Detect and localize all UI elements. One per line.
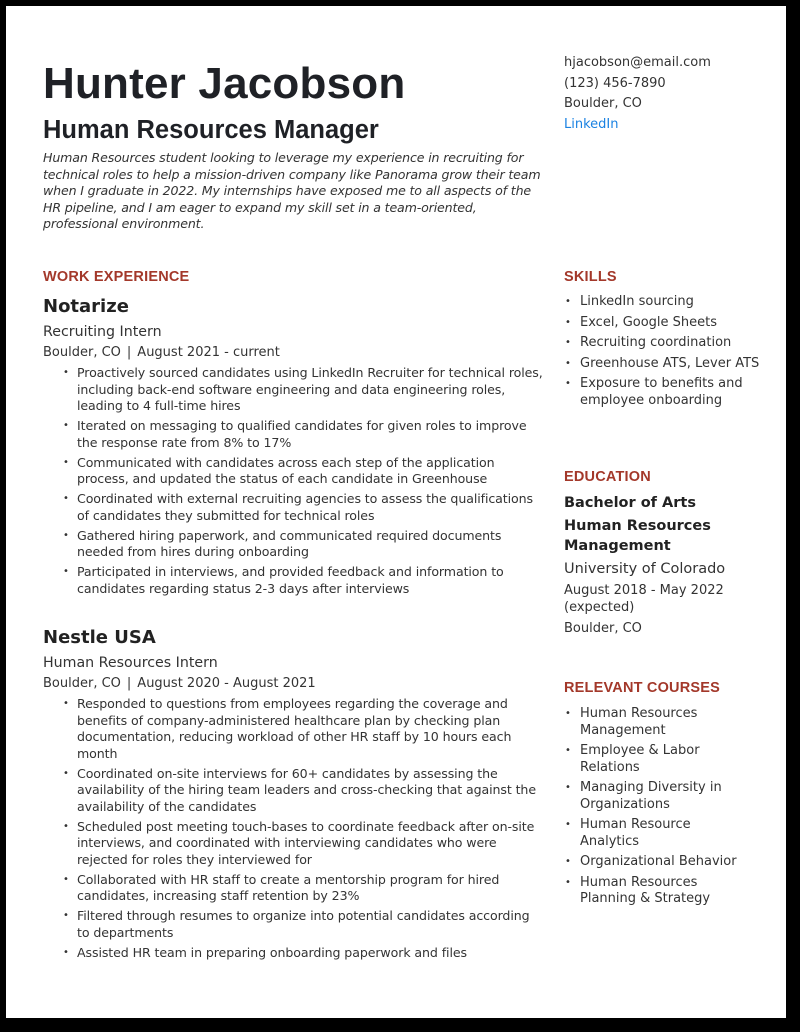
degree: Bachelor of Arts [564, 495, 696, 511]
course-item: Human Resource Analytics [565, 817, 750, 850]
skill-item: Exposure to benefits and employee onboar… [565, 376, 780, 409]
course-item: Organizational Behavior [565, 854, 750, 871]
bullet-item: Coordinated with external recruiting age… [63, 491, 543, 524]
job-meta: Boulder, CO | August 2020 - August 2021 [43, 674, 543, 694]
skill-item: Excel, Google Sheets [565, 315, 780, 332]
course-item: Employee & Labor Relations [565, 743, 750, 776]
contact-info: hjacobson@email.com (123) 456-7890 Bould… [564, 53, 711, 135]
job-location: Boulder, CO [43, 676, 121, 691]
job-entry-nestle: Nestle USA Human Resources Intern Boulde… [43, 626, 543, 965]
contact-email[interactable]: hjacobson@email.com [564, 53, 711, 74]
job-role: Recruiting Intern [43, 324, 162, 340]
job-bullets: Responded to questions from employees re… [63, 696, 543, 962]
bullet-item: Collaborated with HR staff to create a m… [63, 872, 543, 905]
course-item: Human Resources Planning & Strategy [565, 875, 750, 908]
job-title: Human Resources Manager [43, 116, 379, 144]
courses-list: Human Resources Management Employee & La… [565, 706, 750, 912]
course-item: Managing Diversity in Organizations [565, 780, 750, 813]
contact-location: Boulder, CO [564, 96, 642, 111]
linkedin-link[interactable]: LinkedIn [564, 115, 711, 136]
job-location: Boulder, CO [43, 345, 121, 360]
skills-list: LinkedIn sourcing Excel, Google Sheets R… [565, 294, 780, 413]
bullet-item: Scheduled post meeting touch-bases to co… [63, 819, 543, 869]
bullet-item: Communicated with candidates across each… [63, 455, 543, 488]
courses-heading: RELEVANT COURSES [564, 680, 721, 696]
bullet-item: Iterated on messaging to qualified candi… [63, 418, 543, 451]
contact-phone: (123) 456-7890 [564, 75, 666, 91]
skills-heading: SKILLS [564, 269, 617, 285]
company-name: Nestle USA [43, 627, 156, 648]
company-name: Notarize [43, 296, 129, 317]
bullet-item: Proactively sourced candidates using Lin… [63, 365, 543, 415]
course-item: Human Resources Management [565, 706, 750, 739]
job-dates: August 2020 - August 2021 [137, 676, 316, 691]
job-meta: Boulder, CO | August 2021 - current [43, 343, 543, 363]
bullet-item: Filtered through resumes to organize int… [63, 908, 543, 941]
separator: | [126, 676, 132, 691]
bullet-item: Coordinated on-site interviews for 60+ c… [63, 766, 543, 816]
education-entry: Bachelor of Arts Human Resources Managem… [564, 493, 774, 637]
bullet-item: Assisted HR team in preparing onboarding… [63, 945, 543, 962]
bullet-item: Gathered hiring paperwork, and communica… [63, 528, 543, 561]
skill-item: Greenhouse ATS, Lever ATS [565, 356, 780, 373]
bullet-item: Responded to questions from employees re… [63, 696, 543, 762]
education-location: Boulder, CO [564, 621, 642, 636]
education-heading: EDUCATION [564, 469, 651, 485]
work-experience-heading: WORK EXPERIENCE [43, 269, 190, 285]
separator: | [126, 345, 132, 360]
skill-item: LinkedIn sourcing [565, 294, 780, 311]
skill-item: Recruiting coordination [565, 335, 780, 352]
summary: Human Resources student looking to lever… [43, 150, 541, 232]
job-entry-notarize: Notarize Recruiting Intern Boulder, CO | A… [43, 295, 543, 601]
school: University of Colorado [564, 561, 726, 577]
bullet-item: Participated in interviews, and provided… [63, 564, 543, 597]
job-dates: August 2021 - current [137, 345, 280, 360]
education-dates: August 2018 - May 2022 (expected) [564, 583, 724, 615]
job-role: Human Resources Intern [43, 655, 218, 671]
major: Human Resources Management [564, 518, 711, 554]
resume-page: Hunter Jacobson Human Resources Manager … [6, 6, 786, 1018]
job-bullets: Proactively sourced candidates using Lin… [63, 365, 543, 597]
candidate-name: Hunter Jacobson [43, 59, 406, 108]
